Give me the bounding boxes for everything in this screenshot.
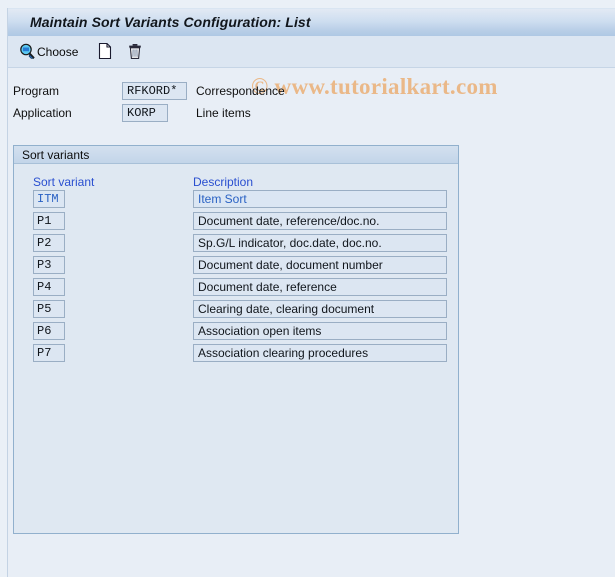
sort-variant-field[interactable]: P3 <box>33 256 65 274</box>
sort-variant-field[interactable]: P7 <box>33 344 65 362</box>
column-header-sort-variant: Sort variant <box>33 175 95 189</box>
sort-variants-group: Sort variants Sort variant Description I… <box>13 145 459 534</box>
sort-variant-description-field[interactable]: Item Sort <box>193 190 447 208</box>
window-top-edge <box>0 0 615 8</box>
sort-variant-description-field[interactable]: Clearing date, clearing document <box>193 300 447 318</box>
group-header: Sort variants <box>14 146 458 164</box>
title-bar: Maintain Sort Variants Configuration: Li… <box>8 8 615 36</box>
group-title: Sort variants <box>22 148 90 162</box>
sort-variant-description-field[interactable]: Association clearing procedures <box>193 344 447 362</box>
application-label: Application <box>13 106 72 120</box>
sort-variant-field[interactable]: P6 <box>33 322 65 340</box>
sort-variant-field[interactable]: P5 <box>33 300 65 318</box>
program-label: Program <box>13 84 60 98</box>
new-entry-button[interactable] <box>96 40 114 64</box>
sort-variant-field[interactable]: P4 <box>33 278 65 296</box>
column-header-description: Description <box>193 175 254 189</box>
sort-variant-description-field[interactable]: Sp.G/L indicator, doc.date, doc.no. <box>193 234 447 252</box>
window-left-border <box>7 8 8 577</box>
new-document-icon <box>96 41 114 64</box>
sort-variant-description-field[interactable]: Document date, reference <box>193 278 447 296</box>
sort-variant-field[interactable]: ITM <box>33 190 65 208</box>
sort-variant-description-field[interactable]: Association open items <box>193 322 447 340</box>
program-description: Correspondence <box>196 84 285 98</box>
application-description: Line items <box>196 106 251 120</box>
sort-variant-description-field[interactable]: Document date, document number <box>193 256 447 274</box>
watermark-text: © www.tutorialkart.com <box>251 74 498 99</box>
magnifier-select-icon <box>18 42 36 63</box>
sap-window: Maintain Sort Variants Configuration: Li… <box>0 0 615 577</box>
choose-button-label: Choose <box>37 45 79 59</box>
toolbar: Choose © www.tutorialkart.com <box>8 36 615 99</box>
application-field[interactable]: KORP <box>122 104 168 122</box>
choose-button[interactable]: Choose <box>18 40 78 64</box>
delete-entry-button[interactable] <box>126 40 144 64</box>
sort-variant-field[interactable]: P1 <box>33 212 65 230</box>
page-title: Maintain Sort Variants Configuration: Li… <box>30 14 311 30</box>
trash-delete-icon <box>126 41 144 64</box>
sort-variant-field[interactable]: P2 <box>33 234 65 252</box>
program-field[interactable]: RFKORD* <box>122 82 187 100</box>
sort-variant-description-field[interactable]: Document date, reference/doc.no. <box>193 212 447 230</box>
